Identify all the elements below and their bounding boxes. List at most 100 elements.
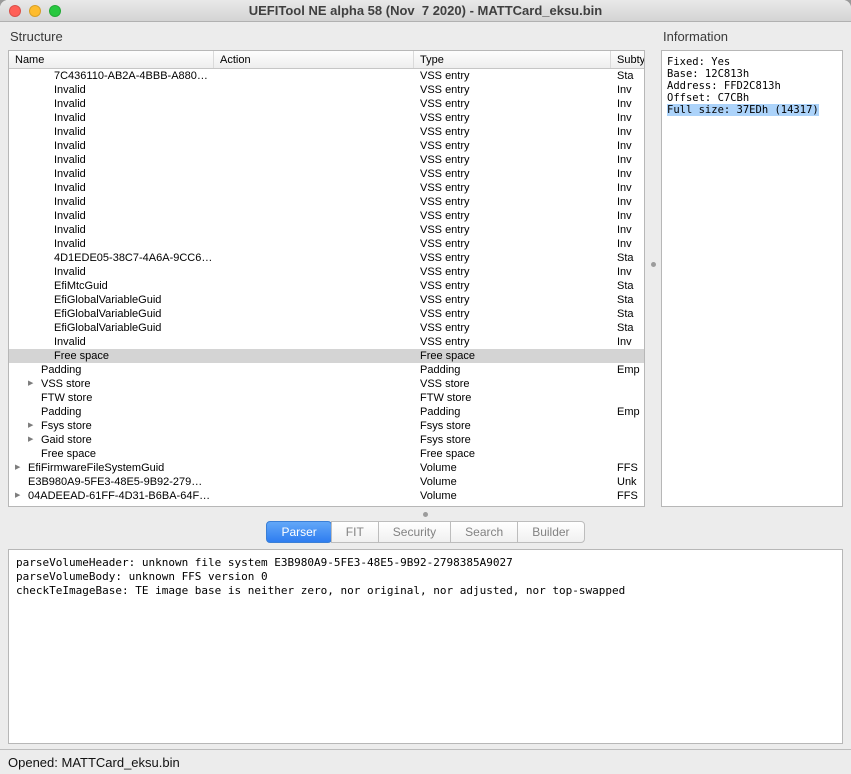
table-row[interactable]: ▶ Invalid VSS entry Inv: [9, 83, 644, 97]
tab-search[interactable]: Search: [450, 521, 519, 543]
table-row[interactable]: ▶ E3B980A9-5FE3-48E5-9B92-279… Volume Un…: [9, 475, 644, 489]
column-header-subtype[interactable]: Subtype: [611, 51, 644, 68]
cell-name: ▶ E3B980A9-5FE3-48E5-9B92-279…: [9, 475, 214, 489]
cell-name: ▶ Fsys store: [9, 419, 214, 433]
info-line: Address: FFD2C813h: [667, 80, 837, 92]
row-subtype: Inv: [617, 126, 632, 138]
row-type: VSS entry: [420, 280, 470, 292]
row-type: VSS entry: [420, 112, 470, 124]
table-row[interactable]: ▶ EfiGlobalVariableGuid VSS entry Sta: [9, 321, 644, 335]
row-type: VSS entry: [420, 168, 470, 180]
splitter-dot: [423, 511, 428, 517]
tab-fit[interactable]: FIT: [330, 521, 379, 543]
row-type: VSS entry: [420, 266, 470, 278]
row-type: VSS entry: [420, 140, 470, 152]
structure-tree[interactable]: Name Action Type Subtype ▶ 7C436110-AB2A…: [8, 50, 645, 507]
disclosure-triangle-icon[interactable]: ▶: [28, 377, 41, 391]
table-row[interactable]: ▶ FTW store FTW store: [9, 391, 644, 405]
row-subtype: [611, 349, 644, 363]
cell-name: ▶ Invalid: [9, 125, 214, 139]
table-row[interactable]: ▶ EfiGlobalVariableGuid VSS entry Sta: [9, 293, 644, 307]
row-name: EfiFirmwareFileSystemGuid: [28, 462, 165, 474]
horizontal-splitter[interactable]: [8, 507, 843, 521]
splitter-dot: [650, 262, 656, 267]
row-name: 4D1EDE05-38C7-4A6A-9CC6…: [54, 252, 213, 264]
row-type: VSS entry: [420, 336, 470, 348]
tree-body: ▶ 7C436110-AB2A-4BBB-A880… VSS entry Sta…: [9, 69, 644, 506]
table-row[interactable]: ▶ EfiFirmwareFileSystemGuid Volume FFS: [9, 461, 644, 475]
row-type: VSS entry: [420, 70, 470, 82]
row-subtype: Inv: [617, 238, 632, 250]
table-row[interactable]: ▶ Invalid VSS entry Inv: [9, 223, 644, 237]
cell-name: ▶ EfiGlobalVariableGuid: [9, 307, 214, 321]
tab-security[interactable]: Security: [377, 521, 452, 543]
row-subtype: FFS: [617, 490, 638, 502]
cell-name: ▶ Invalid: [9, 237, 214, 251]
table-row[interactable]: ▶ Free space Free space: [9, 447, 644, 461]
row-type: Padding: [420, 364, 461, 376]
table-row[interactable]: ▶ Invalid VSS entry Inv: [9, 209, 644, 223]
zoom-button[interactable]: [49, 5, 61, 17]
row-type: VSS entry: [420, 252, 470, 264]
disclosure-triangle-icon[interactable]: ▶: [15, 489, 28, 503]
table-row[interactable]: ▶ Free space Free space: [9, 349, 644, 363]
message-panel[interactable]: parseVolumeHeader: unknown file system E…: [8, 549, 843, 744]
vertical-splitter[interactable]: [645, 22, 661, 507]
table-row[interactable]: ▶ Gaid store Fsys store: [9, 433, 644, 447]
disclosure-triangle-icon[interactable]: ▶: [28, 433, 41, 447]
row-subtype: Sta: [617, 252, 634, 264]
row-subtype: Sta: [617, 294, 634, 306]
table-row[interactable]: ▶ Invalid VSS entry Inv: [9, 111, 644, 125]
row-subtype: Emp: [617, 406, 640, 418]
table-row[interactable]: ▶ Invalid VSS entry Inv: [9, 153, 644, 167]
information-panel[interactable]: Fixed: Yes Base: 12C813h Address: FFD2C813…: [661, 50, 843, 507]
table-row[interactable]: ▶ Invalid VSS entry Inv: [9, 139, 644, 153]
table-row[interactable]: ▶ Fsys store Fsys store: [9, 419, 644, 433]
disclosure-triangle-icon[interactable]: ▶: [28, 419, 41, 433]
disclosure-triangle-icon[interactable]: ▶: [15, 461, 28, 475]
cell-name: ▶ Invalid: [9, 265, 214, 279]
row-subtype: Unk: [617, 476, 637, 488]
row-type: VSS store: [420, 378, 470, 390]
table-row[interactable]: ▶ 04ADEEAD-61FF-4D31-B6BA-64F… Volume FF…: [9, 489, 644, 503]
table-row[interactable]: ▶ Invalid VSS entry Inv: [9, 335, 644, 349]
row-action: [214, 125, 414, 139]
table-row[interactable]: ▶ VSS store VSS store: [9, 377, 644, 391]
table-row[interactable]: ▶ Invalid VSS entry Inv: [9, 125, 644, 139]
table-row[interactable]: ▶ Invalid VSS entry Inv: [9, 167, 644, 181]
table-row[interactable]: ▶ Invalid VSS entry Inv: [9, 265, 644, 279]
row-type: VSS entry: [420, 182, 470, 194]
table-row[interactable]: ▶ Invalid VSS entry Inv: [9, 97, 644, 111]
row-action: [214, 265, 414, 279]
row-subtype: Sta: [617, 280, 634, 292]
table-row[interactable]: ▶ Padding Padding Emp: [9, 405, 644, 419]
table-row[interactable]: ▶ Invalid VSS entry Inv: [9, 181, 644, 195]
message-tabbar: Parser FIT Security Search Builder: [8, 521, 843, 543]
message-line: checkTeImageBase: TE image base is neith…: [16, 584, 626, 597]
table-row[interactable]: ▶ EfiGlobalVariableGuid VSS entry Sta: [9, 307, 644, 321]
table-row[interactable]: ▶ Invalid VSS entry Inv: [9, 237, 644, 251]
minimize-button[interactable]: [29, 5, 41, 17]
row-type: Free space: [420, 448, 476, 460]
row-name: EfiMtcGuid: [54, 280, 108, 292]
row-name: Fsys store: [41, 420, 92, 432]
column-header-type[interactable]: Type: [414, 51, 611, 68]
column-header-action[interactable]: Action: [214, 51, 414, 68]
table-row[interactable]: ▶ EfiMtcGuid VSS entry Sta: [9, 279, 644, 293]
cell-name: ▶ Invalid: [9, 223, 214, 237]
column-header-name[interactable]: Name: [9, 51, 214, 68]
row-action: [214, 293, 414, 307]
titlebar[interactable]: UEFITool NE alpha 58 (Nov 7 2020) - MATT…: [0, 0, 851, 22]
row-subtype: Sta: [617, 322, 634, 334]
close-button[interactable]: [9, 5, 21, 17]
row-action: [214, 251, 414, 265]
tab-builder[interactable]: Builder: [517, 521, 585, 543]
cell-name: ▶ Gaid store: [9, 433, 214, 447]
table-row[interactable]: ▶ Invalid VSS entry Inv: [9, 195, 644, 209]
table-row[interactable]: ▶ 7C436110-AB2A-4BBB-A880… VSS entry Sta: [9, 69, 644, 83]
row-action: [214, 209, 414, 223]
table-row[interactable]: ▶ Padding Padding Emp: [9, 363, 644, 377]
table-row[interactable]: ▶ 4D1EDE05-38C7-4A6A-9CC6… VSS entry Sta: [9, 251, 644, 265]
main-area: Structure Name Action Type Subtype ▶ 7C4…: [0, 22, 851, 749]
tab-parser[interactable]: Parser: [266, 521, 332, 543]
